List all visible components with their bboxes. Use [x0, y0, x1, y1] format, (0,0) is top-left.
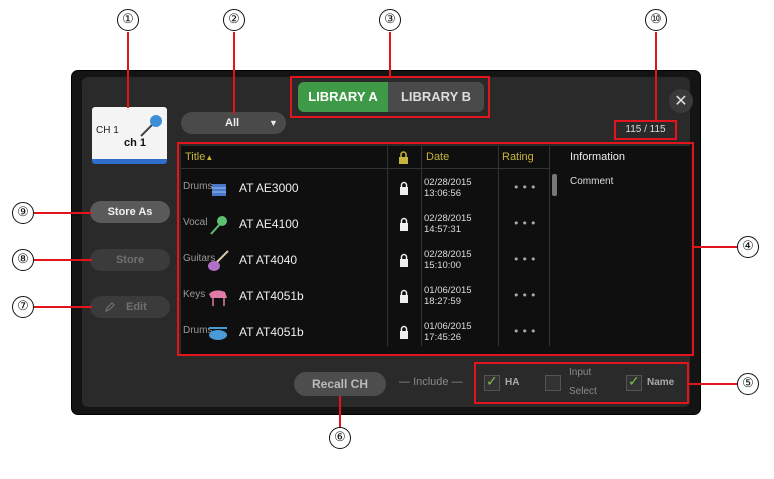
- chevron-down-icon: ▼: [269, 118, 278, 128]
- callout-5: ⑤: [737, 373, 759, 395]
- include-highlight: [474, 362, 689, 404]
- leader-line: [655, 32, 657, 122]
- leader-line: [34, 306, 92, 308]
- leader-line: [233, 32, 235, 114]
- channel-tile[interactable]: CH 1 ch 1: [92, 107, 167, 164]
- callout-3: ③: [379, 9, 401, 31]
- callout-9: ⑨: [12, 202, 34, 224]
- list-highlight: [177, 142, 694, 356]
- callout-7: ⑦: [12, 296, 34, 318]
- callout-1: ①: [117, 9, 139, 31]
- leader-line: [694, 246, 737, 248]
- leader-line: [127, 32, 129, 108]
- close-button[interactable]: ✕: [669, 89, 693, 113]
- edit-label: Edit: [126, 301, 147, 313]
- pencil-icon: [105, 302, 115, 312]
- recall-ch-button[interactable]: Recall CH: [294, 372, 386, 396]
- store-button[interactable]: Store: [90, 249, 170, 271]
- callout-2: ②: [223, 9, 245, 31]
- microphone-icon: [140, 115, 162, 137]
- channel-label: CH 1: [96, 125, 119, 136]
- include-label: — Include —: [399, 376, 463, 388]
- callout-6: ⑥: [329, 427, 351, 449]
- callout-8: ⑧: [12, 249, 34, 271]
- leader-line: [389, 32, 391, 78]
- store-as-button[interactable]: Store As: [90, 201, 170, 223]
- leader-line: [689, 383, 737, 385]
- callout-4: ④: [737, 236, 759, 258]
- callout-10: ⑩: [645, 9, 667, 31]
- leader-line: [34, 212, 92, 214]
- leader-line: [339, 396, 341, 428]
- category-filter-dropdown[interactable]: All ▼: [181, 112, 286, 134]
- count-highlight: [614, 120, 677, 140]
- edit-button[interactable]: Edit: [90, 296, 170, 318]
- leader-line: [34, 259, 92, 261]
- close-icon: ✕: [674, 91, 688, 110]
- filter-value: All: [225, 117, 240, 129]
- library-tabs-highlight: [290, 76, 490, 118]
